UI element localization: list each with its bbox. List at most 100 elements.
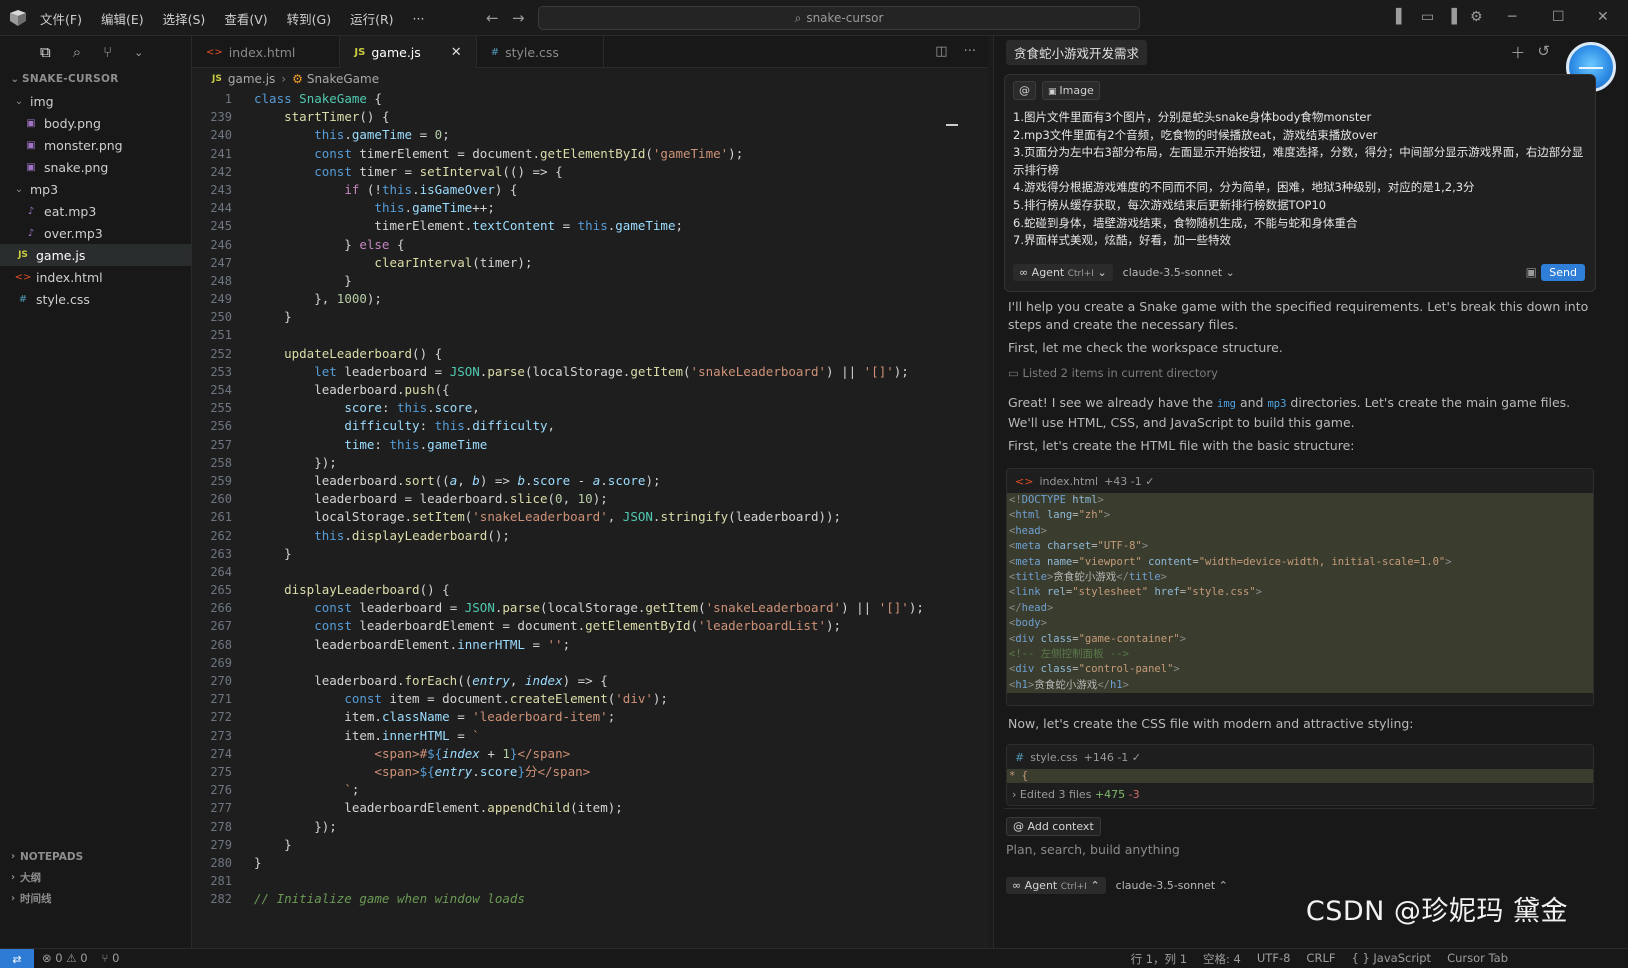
- section-timeline[interactable]: › 时间线: [0, 888, 192, 909]
- image-file-icon: ▣: [26, 139, 36, 151]
- agent-mode-dropdown[interactable]: ∞ Agent Ctrl+I ⌄: [1013, 264, 1113, 281]
- split-editor-icon[interactable]: ◫: [935, 44, 947, 59]
- message-text: and: [1239, 395, 1264, 410]
- remote-indicator-icon[interactable]: ⇄: [0, 949, 34, 968]
- back-arrow-icon[interactable]: ←: [486, 9, 499, 27]
- model-label: claude-3.5-sonnet: [1115, 879, 1216, 892]
- folder-img[interactable]: ⌄ img: [0, 90, 191, 112]
- menu-file[interactable]: 文件(F): [40, 9, 82, 28]
- file-over-mp3[interactable]: ♪ over.mp3: [0, 222, 191, 244]
- menu-view[interactable]: 查看(V): [224, 9, 267, 28]
- history-icon[interactable]: ↺: [1537, 42, 1550, 63]
- problems-indicator[interactable]: ⊗ 0 ⚠ 0: [42, 951, 88, 965]
- requirements-text: 1.图片文件里面有3个图片，分别是蛇头snake身体body食物monster …: [1013, 109, 1591, 250]
- ai-chat-panel: 贪食蛇小游戏开发需求 ＋ ↺ @ ▣ Image 1.图片文件里面有3个图片，分…: [993, 36, 1628, 948]
- chat-header-actions: ＋ ↺: [1510, 42, 1550, 63]
- send-button[interactable]: Send: [1541, 264, 1585, 281]
- title-bar: 文件(F) 编辑(E) 选择(S) 查看(V) 转到(G) 运行(R) ··· …: [0, 0, 1628, 36]
- js-file-icon: JS: [354, 46, 366, 58]
- minimize-icon[interactable]: ─: [1508, 9, 1516, 25]
- image-chip[interactable]: ▣ Image: [1042, 81, 1100, 100]
- user-prompt-bubble[interactable]: @ ▣ Image 1.图片文件里面有3个图片，分别是蛇头snake身体body…: [1004, 74, 1596, 292]
- model-selector[interactable]: claude-3.5-sonnet ⌃: [1116, 879, 1228, 892]
- chevron-down-icon: ⌄: [10, 73, 20, 85]
- chevron-right-icon: ›: [10, 872, 16, 883]
- section-notepads[interactable]: › NOTEPADS: [0, 846, 192, 867]
- toggle-panel-icon[interactable]: ▭: [1421, 9, 1434, 25]
- file-index-html[interactable]: <> index.html: [0, 266, 191, 288]
- line-number: 280: [210, 855, 232, 870]
- code-line: 260 leaderboard = leaderboard.slice(0, 1…: [192, 490, 988, 508]
- inline-code: img: [1217, 398, 1236, 410]
- model-selector[interactable]: claude-3.5-sonnet ⌄: [1123, 266, 1235, 279]
- search-label: snake-cursor: [806, 11, 884, 25]
- file-style-css[interactable]: # style.css: [0, 288, 191, 310]
- search-view-icon[interactable]: ⌕: [73, 43, 81, 61]
- code-line: 271 const item = document.createElement(…: [192, 690, 988, 708]
- line-ending[interactable]: CRLF: [1306, 951, 1335, 967]
- add-context-label: Add context: [1027, 820, 1094, 833]
- attach-image-icon[interactable]: ▣: [1526, 265, 1537, 279]
- agent-mode-dropdown[interactable]: ∞ Agent Ctrl+I ⌃: [1006, 877, 1106, 894]
- file-monster-png[interactable]: ▣ monster.png: [0, 134, 191, 156]
- line-number: 246: [210, 237, 232, 252]
- breadcrumb-file[interactable]: game.js: [228, 72, 275, 86]
- code-edit-block-html[interactable]: <> index.html +43 -1 ✓ <!DOCTYPE html> <…: [1006, 468, 1594, 706]
- new-chat-icon[interactable]: ＋: [1510, 42, 1525, 63]
- file-label: snake.png: [44, 159, 109, 175]
- source-control-icon[interactable]: ⑂: [103, 43, 112, 61]
- line-number: 259: [210, 473, 232, 488]
- chevron-down-icon[interactable]: ⌄: [134, 46, 143, 59]
- encoding[interactable]: UTF-8: [1257, 951, 1291, 967]
- cursor-tab-status[interactable]: Cursor Tab: [1447, 951, 1508, 967]
- line-number: 256: [210, 419, 232, 434]
- close-tab-icon[interactable]: ✕: [451, 45, 462, 60]
- assistant-message: Now, let's create the CSS file with mode…: [1008, 716, 1414, 731]
- code-line: 274 <span>#${index + 1}</span>: [192, 745, 988, 763]
- menu-run[interactable]: 运行(R): [350, 9, 393, 28]
- indentation[interactable]: 空格: 4: [1203, 951, 1241, 967]
- line-number: 1: [224, 92, 232, 106]
- add-context-button[interactable]: @ Add context: [1006, 817, 1101, 836]
- code-block-header: # style.css +146 -1 ✓: [1007, 745, 1593, 769]
- file-eat-mp3[interactable]: ♪ eat.mp3: [0, 200, 191, 222]
- menu-more[interactable]: ···: [413, 11, 425, 26]
- toggle-primary-sidebar-icon[interactable]: ▌: [1396, 9, 1407, 25]
- forward-arrow-icon[interactable]: →: [512, 9, 525, 27]
- language-mode[interactable]: { } JavaScript: [1351, 951, 1431, 967]
- tool-call-listed[interactable]: ▭ Listed 2 items in current directory: [1008, 365, 1594, 383]
- code-area[interactable]: 1 class SnakeGame { 239 startTimer() { 24…: [192, 90, 988, 948]
- chat-title[interactable]: 贪食蛇小游戏开发需求: [1006, 39, 1148, 65]
- tab-style-css[interactable]: # style.css: [477, 36, 604, 68]
- settings-gear-icon[interactable]: ⚙: [1470, 9, 1483, 25]
- menu-selection[interactable]: 选择(S): [163, 9, 206, 28]
- edited-files-summary[interactable]: › Edited 3 files +475 -3: [1012, 788, 1140, 801]
- command-center-search[interactable]: ⌕ snake-cursor: [538, 6, 1140, 30]
- maximize-icon[interactable]: ☐: [1552, 9, 1565, 25]
- toggle-secondary-sidebar-icon[interactable]: ▐: [1446, 9, 1457, 25]
- js-file-icon: JS: [212, 74, 222, 84]
- menu-go[interactable]: 转到(G): [287, 9, 331, 28]
- tab-index-html[interactable]: <> index.html: [192, 36, 341, 68]
- cursor-position[interactable]: 行 1，列 1: [1131, 951, 1187, 967]
- mention-chip[interactable]: @: [1013, 81, 1036, 100]
- close-window-icon[interactable]: ✕: [1597, 9, 1609, 25]
- more-actions-icon[interactable]: ···: [964, 44, 976, 59]
- code-block-file[interactable]: index.html: [1039, 475, 1098, 488]
- code-block-file[interactable]: style.css: [1030, 751, 1077, 764]
- ports-indicator[interactable]: ⑂ 0: [102, 951, 120, 965]
- file-game-js[interactable]: JS game.js: [0, 244, 191, 266]
- menu-edit[interactable]: 编辑(E): [101, 9, 144, 28]
- file-snake-png[interactable]: ▣ snake.png: [0, 156, 191, 178]
- file-body-png[interactable]: ▣ body.png: [0, 112, 191, 134]
- folder-mp3[interactable]: ⌄ mp3: [0, 178, 191, 200]
- breadcrumb-symbol[interactable]: SnakeGame: [307, 72, 379, 86]
- line-number: 277: [210, 801, 232, 816]
- section-outline[interactable]: › 大纲: [0, 867, 192, 888]
- tab-game-js[interactable]: JS game.js ✕: [340, 36, 477, 68]
- code-line: 241 const timerElement = document.getEle…: [192, 145, 988, 163]
- workspace-root[interactable]: ⌄ SNAKE-CURSOR: [0, 68, 191, 90]
- css-file-icon: #: [18, 293, 28, 305]
- files-icon[interactable]: ⧉: [40, 43, 51, 61]
- chat-input-placeholder[interactable]: Plan, search, build anything: [1006, 842, 1180, 857]
